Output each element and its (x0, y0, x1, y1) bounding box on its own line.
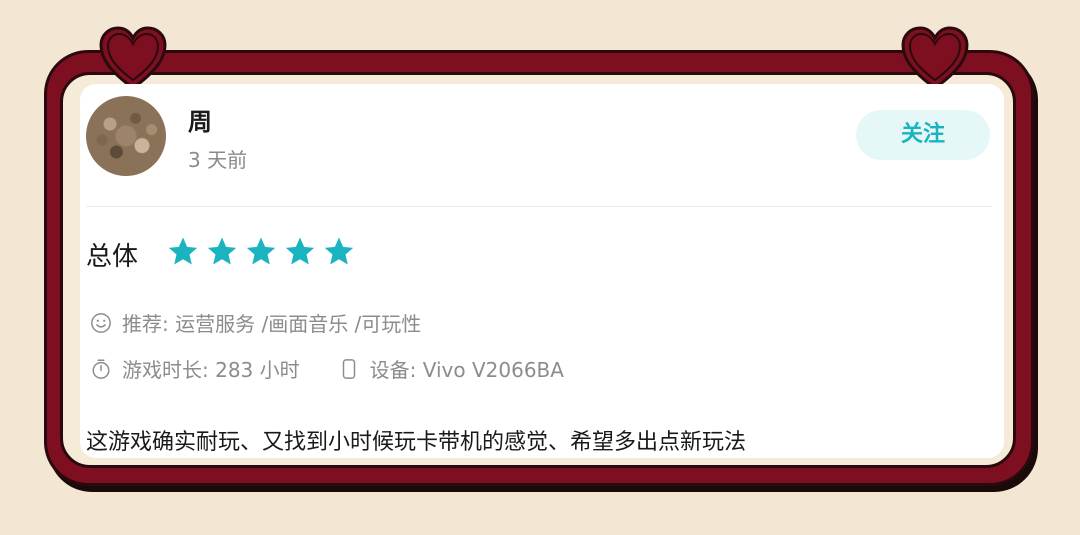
recommend-row: 推荐: 运营服务 /画面音乐 /可玩性 (90, 308, 421, 337)
review-card: 周 3 天前 关注 总体 推荐: 运营服务 /画面音乐 /可玩性 游戏时长: 2… (80, 84, 1004, 458)
star-icon (207, 237, 237, 265)
username[interactable]: 周 (188, 102, 212, 137)
stopwatch-icon (92, 359, 110, 379)
star-icon (285, 237, 315, 265)
star-icon (246, 237, 276, 265)
heart-icon (99, 26, 167, 90)
star-rating (166, 235, 356, 269)
follow-button[interactable]: 关注 (856, 110, 990, 160)
star-icon (168, 237, 198, 265)
post-time: 3 天前 (188, 148, 248, 172)
overall-rating-label: 总体 (86, 242, 139, 272)
avatar[interactable] (86, 96, 166, 176)
star-icon (324, 237, 354, 265)
device-text: 设备: Vivo V2066BA (369, 358, 564, 382)
heart-icon (901, 26, 969, 90)
smile-icon (91, 312, 111, 333)
device-block: 设备: Vivo V2066BA (338, 354, 564, 383)
playtime-text: 游戏时长: 283 小时 (122, 358, 300, 382)
stats-row: 游戏时长: 283 小时 设备: Vivo V2066BA (90, 354, 564, 383)
phone-icon (342, 358, 355, 379)
recommend-text: 推荐: 运营服务 /画面音乐 /可玩性 (122, 312, 422, 336)
review-text: 这游戏确实耐玩、又找到小时候玩卡带机的感觉、希望多出点新玩法 (86, 430, 747, 455)
divider (86, 206, 992, 207)
